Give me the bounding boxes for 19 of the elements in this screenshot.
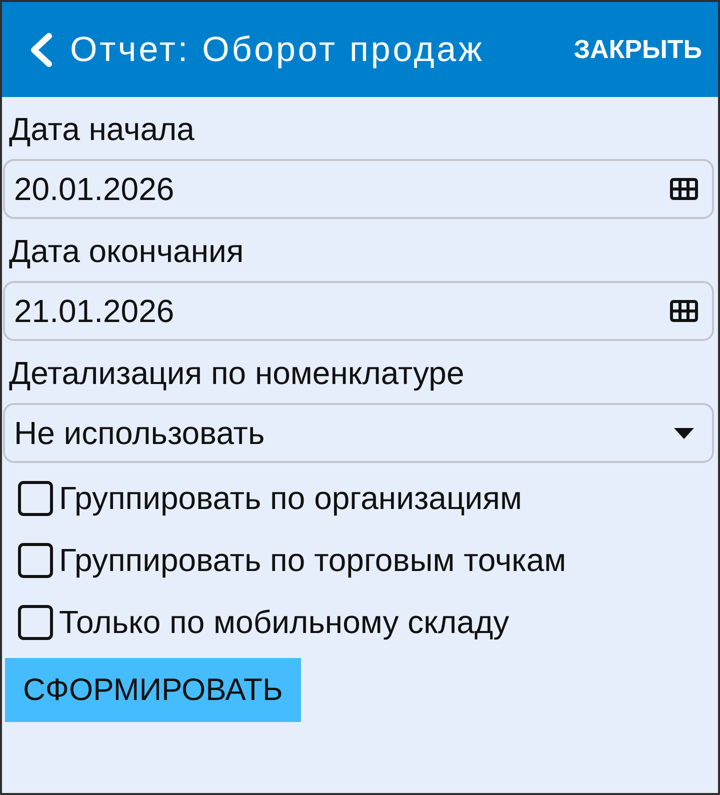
checkbox[interactable] <box>18 480 53 516</box>
field-label: Дата окончания <box>8 232 245 271</box>
date-field[interactable]: 21.01.2026 <box>3 281 714 341</box>
screen-title: Отчет: Оборот продаж <box>70 30 486 70</box>
grid-icon[interactable] <box>670 178 698 200</box>
generate-button[interactable]: СФОРМИРОВАТЬ <box>5 658 301 722</box>
chevron-left-icon[interactable] <box>28 32 54 68</box>
checkbox-label: Группировать по организациям <box>59 480 522 516</box>
checkbox-label: Только по мобильному складу <box>59 604 510 640</box>
close-button[interactable]: ЗАКРЫТЬ <box>572 30 704 69</box>
checkbox[interactable] <box>18 542 53 578</box>
checkbox[interactable] <box>18 604 53 640</box>
caret-icon[interactable] <box>674 428 694 438</box>
checkbox-label: Группировать по торговым точкам <box>59 542 566 578</box>
field-label: Дата начала <box>8 110 196 149</box>
field-label: Детализация по номенклатуре <box>8 354 466 393</box>
grid-icon[interactable] <box>670 300 698 322</box>
date-field[interactable]: 20.01.2026 <box>3 159 714 219</box>
dropdown[interactable]: Не использовать <box>3 403 714 463</box>
